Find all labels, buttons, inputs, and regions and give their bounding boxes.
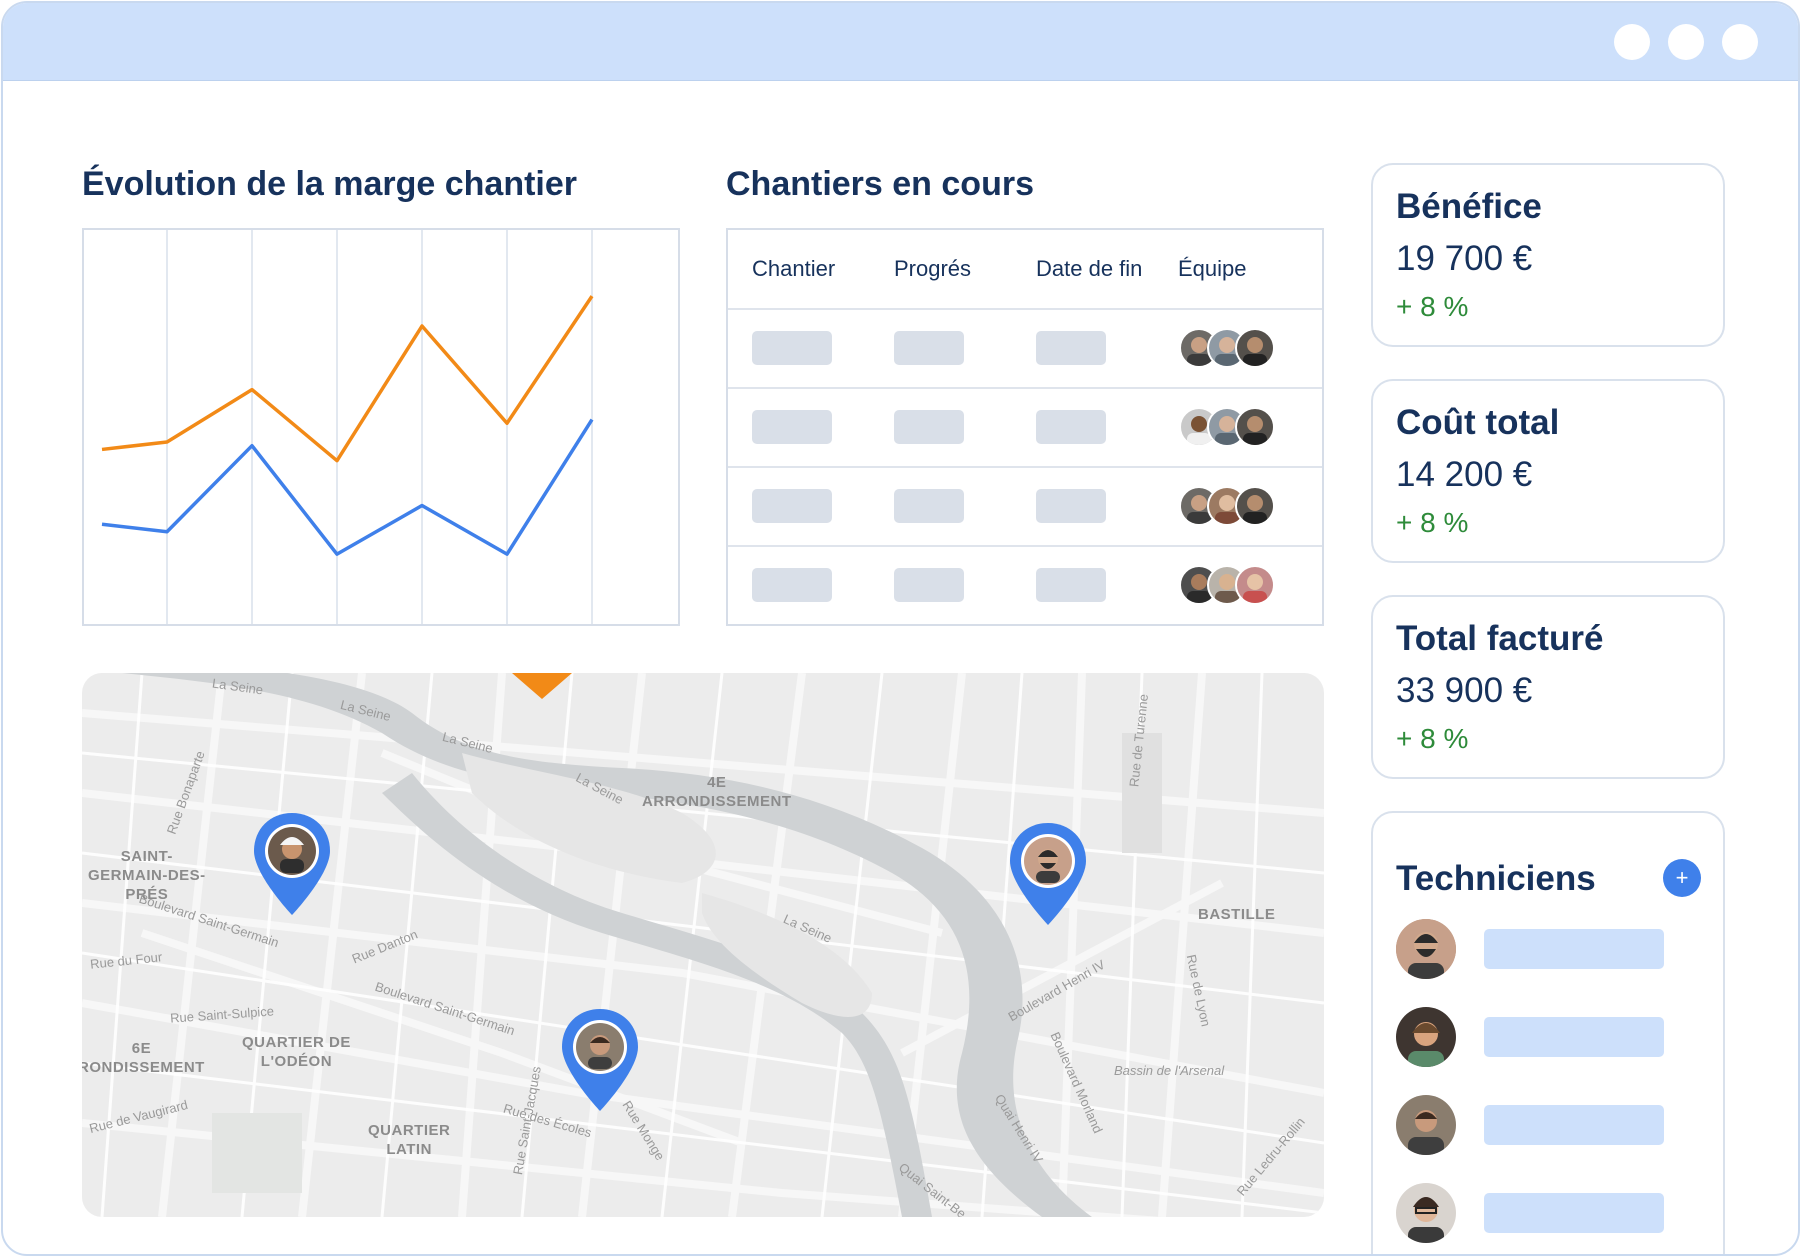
kpi-card-cout-total[interactable]: Coût total 14 200 € + 8 % <box>1371 379 1725 563</box>
technician-item[interactable] <box>1396 1095 1696 1157</box>
add-technician-button[interactable]: + <box>1663 859 1701 897</box>
table-title: Chantiers en cours <box>726 165 1034 203</box>
avatar <box>1235 328 1275 368</box>
map-pin-icon <box>1010 823 1086 925</box>
park-area <box>212 1113 302 1193</box>
kpi-card-benefice[interactable]: Bénéfice 19 700 € + 8 % <box>1371 163 1725 347</box>
kpi-value: 33 900 € <box>1396 671 1533 710</box>
technician-item[interactable] <box>1396 919 1696 981</box>
placeholder-date <box>1036 331 1106 365</box>
placeholder-progres <box>894 489 964 523</box>
avatar <box>1235 565 1275 605</box>
sites-map[interactable]: 4E ARRONDISSEMENT SAINT- GERMAIN-DES- PRÉS … <box>82 673 1324 1217</box>
placeholder-date <box>1036 489 1106 523</box>
district-label: QUARTIER LATIN <box>368 1122 451 1158</box>
row-divider <box>728 387 1322 389</box>
projects-table: Chantier Progrés Date de fin Équipe <box>726 228 1324 626</box>
row-divider <box>728 308 1322 310</box>
kpi-value: 19 700 € <box>1396 239 1533 278</box>
placeholder-date <box>1036 568 1106 602</box>
technician-name-placeholder <box>1484 929 1664 969</box>
column-header-chantier[interactable]: Chantier <box>752 256 835 282</box>
technicians-title: Techniciens <box>1396 859 1596 898</box>
placeholder-chantier <box>752 410 832 444</box>
row-divider <box>728 545 1322 547</box>
technician-name-placeholder <box>1484 1017 1664 1057</box>
placeholder-chantier <box>752 489 832 523</box>
team-avatars[interactable] <box>1179 565 1279 605</box>
title-bar <box>3 3 1798 81</box>
kpi-delta: + 8 % <box>1396 507 1469 538</box>
row-divider <box>728 466 1322 468</box>
kpi-label: Total facturé <box>1396 619 1604 658</box>
kpi-card-total-facture[interactable]: Total facturé 33 900 € + 8 % <box>1371 595 1725 779</box>
window-control-dot[interactable] <box>1614 24 1650 60</box>
technician-item[interactable] <box>1396 1007 1696 1069</box>
orange-marker <box>512 673 572 699</box>
street-label: Bassin de l'Arsenal <box>1114 1063 1225 1078</box>
chart-series-line-1 <box>101 418 594 556</box>
placeholder-chantier <box>752 568 832 602</box>
team-avatars[interactable] <box>1179 328 1279 368</box>
technician-map-pin[interactable] <box>556 1005 644 1115</box>
placeholder-chantier <box>752 331 832 365</box>
technician-name-placeholder <box>1484 1193 1664 1233</box>
avatar <box>1235 407 1275 447</box>
margin-chart <box>82 228 680 626</box>
avatar <box>1396 1183 1456 1243</box>
placeholder-progres <box>894 568 964 602</box>
plus-icon: + <box>1675 865 1689 890</box>
margin-line-chart <box>101 230 594 624</box>
district-label: 4E ARRONDISSEMENT <box>642 774 792 810</box>
technicians-panel: Techniciens + <box>1371 811 1725 1254</box>
column-header-date-fin[interactable]: Date de fin <box>1036 256 1142 282</box>
district-label: QUARTIER DE L'ODÉON <box>242 1034 351 1070</box>
placeholder-progres <box>894 331 964 365</box>
avatar <box>1396 1095 1456 1155</box>
window-control-dot[interactable] <box>1668 24 1704 60</box>
avatar <box>1396 1007 1456 1067</box>
app-window: Évolution de la marge chantier Chantiers… <box>1 1 1800 1256</box>
avatar <box>1396 919 1456 979</box>
map-pin-icon <box>254 813 330 915</box>
team-avatars[interactable] <box>1179 486 1279 526</box>
kpi-delta: + 8 % <box>1396 723 1469 754</box>
technician-name-placeholder <box>1484 1105 1664 1145</box>
placeholder-date <box>1036 410 1106 444</box>
kpi-label: Bénéfice <box>1396 187 1542 226</box>
kpi-delta: + 8 % <box>1396 291 1469 322</box>
technician-map-pin[interactable] <box>248 809 336 919</box>
placeholder-progres <box>894 410 964 444</box>
district-label: 6E RONDISSEMENT <box>82 1040 205 1076</box>
chart-series-line-0 <box>101 295 594 463</box>
column-header-progres[interactable]: Progrés <box>894 256 971 282</box>
map-pin-icon <box>562 1009 638 1111</box>
technician-map-pin[interactable] <box>1004 819 1092 929</box>
avatar <box>1235 486 1275 526</box>
technician-item[interactable] <box>1396 1183 1696 1245</box>
column-header-equipe[interactable]: Équipe <box>1178 256 1247 282</box>
team-avatars[interactable] <box>1179 407 1279 447</box>
kpi-label: Coût total <box>1396 403 1560 442</box>
window-control-dot[interactable] <box>1722 24 1758 60</box>
district-label: BASTILLE <box>1198 906 1276 923</box>
chart-title: Évolution de la marge chantier <box>82 165 578 203</box>
kpi-value: 14 200 € <box>1396 455 1533 494</box>
